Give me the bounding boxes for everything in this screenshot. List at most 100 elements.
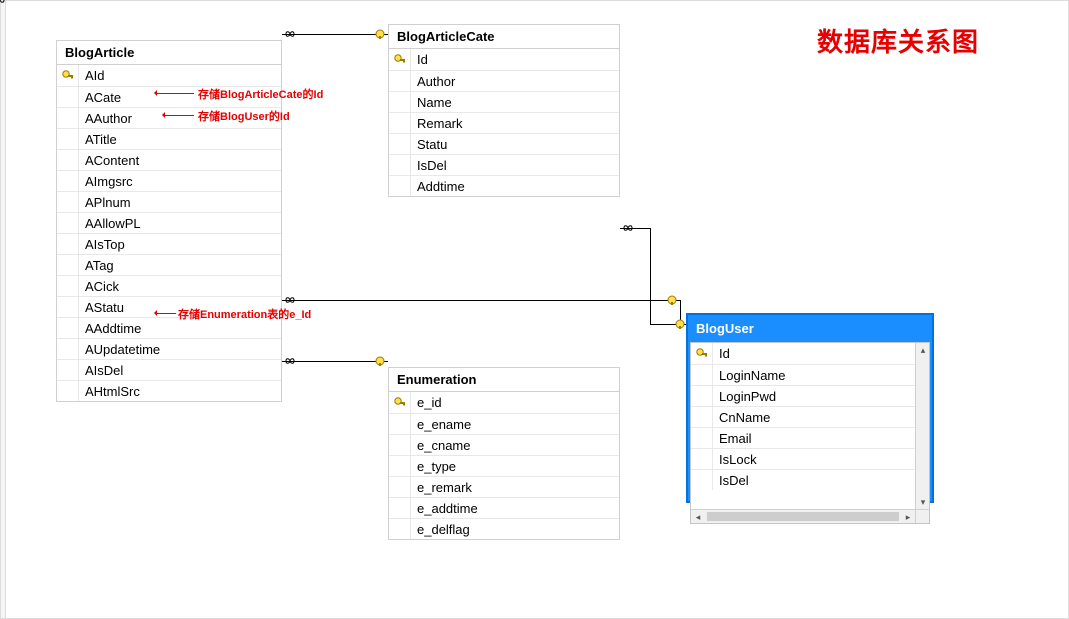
- table-column-row[interactable]: AIsTop: [57, 233, 281, 254]
- table-header: BlogArticle: [57, 41, 281, 65]
- column-name: Author: [411, 71, 619, 91]
- table-column-row[interactable]: Author: [389, 70, 619, 91]
- table-column-row[interactable]: ACick: [57, 275, 281, 296]
- key-col-empty: [57, 276, 79, 296]
- primary-key-icon: [389, 49, 411, 70]
- scrollbar-thumb[interactable]: [707, 512, 899, 521]
- column-name: Statu: [411, 134, 619, 154]
- key-col-empty: [389, 71, 411, 91]
- table-column-row[interactable]: LoginPwd: [691, 385, 915, 406]
- key-col-empty: [57, 213, 79, 233]
- table-column-row[interactable]: Id: [389, 49, 619, 70]
- column-name: IsDel: [411, 155, 619, 175]
- key-col-empty: [691, 449, 713, 469]
- column-name: AUpdatetime: [79, 339, 281, 359]
- column-name: ACick: [79, 276, 281, 296]
- annotation-arrow: [156, 93, 194, 94]
- column-name: AIsTop: [79, 234, 281, 254]
- column-name: Addtime: [411, 176, 619, 196]
- column-name: e_id: [411, 392, 619, 413]
- table-column-row[interactable]: AHtmlSrc: [57, 380, 281, 401]
- horizontal-scrollbar[interactable]: ◂ ▸: [691, 509, 929, 523]
- table-column-row[interactable]: Id: [691, 343, 915, 364]
- table-enumeration[interactable]: Enumeration e_ide_enamee_cnamee_typee_re…: [388, 367, 620, 540]
- vertical-scrollbar[interactable]: ▴ ▾: [915, 343, 929, 509]
- table-column-row[interactable]: AId: [57, 65, 281, 86]
- many-end-icon: [284, 295, 296, 305]
- table-column-row[interactable]: Addtime: [389, 175, 619, 196]
- many-end-icon: [284, 29, 296, 39]
- table-column-row[interactable]: ATitle: [57, 128, 281, 149]
- key-col-empty: [57, 108, 79, 128]
- many-end-icon: [284, 356, 296, 366]
- key-col-empty: [57, 150, 79, 170]
- table-column-row[interactable]: CnName: [691, 406, 915, 427]
- table-column-row[interactable]: IsLock: [691, 448, 915, 469]
- column-name: ATag: [79, 255, 281, 275]
- column-name: Id: [713, 343, 915, 364]
- column-name: AHtmlSrc: [79, 381, 281, 401]
- column-name: LoginName: [713, 365, 915, 385]
- table-column-row[interactable]: e_type: [389, 455, 619, 476]
- table-column-row[interactable]: AUpdatetime: [57, 338, 281, 359]
- annotation-acate: 存储BlogArticleCate的Id: [198, 86, 323, 102]
- annotation-aauthor: 存储BlogUser的Id: [198, 108, 290, 124]
- table-column-row[interactable]: APlnum: [57, 191, 281, 212]
- table-column-row[interactable]: AIsDel: [57, 359, 281, 380]
- table-column-row[interactable]: IsDel: [389, 154, 619, 175]
- table-column-row[interactable]: AContent: [57, 149, 281, 170]
- table-body: IdAuthorNameRemarkStatuIsDelAddtime: [389, 49, 619, 196]
- key-col-empty: [389, 134, 411, 154]
- table-column-row[interactable]: e_remark: [389, 476, 619, 497]
- many-end-icon: [622, 223, 634, 233]
- key-col-empty: [57, 381, 79, 401]
- column-name: AId: [79, 65, 281, 86]
- scroll-left-icon[interactable]: ◂: [691, 510, 705, 524]
- table-column-row[interactable]: LoginName: [691, 364, 915, 385]
- scroll-down-icon[interactable]: ▾: [916, 495, 930, 509]
- scroll-up-icon[interactable]: ▴: [916, 343, 930, 357]
- key-col-empty: [57, 318, 79, 338]
- table-header: Enumeration: [389, 368, 619, 392]
- key-col-empty: [57, 129, 79, 149]
- table-column-row[interactable]: e_delflag: [389, 518, 619, 539]
- key-col-empty: [389, 113, 411, 133]
- column-name: Remark: [411, 113, 619, 133]
- scroll-right-icon[interactable]: ▸: [901, 510, 915, 524]
- table-column-row[interactable]: Statu: [389, 133, 619, 154]
- table-column-row[interactable]: e_ename: [389, 413, 619, 434]
- key-col-empty: [389, 498, 411, 518]
- column-name: LoginPwd: [713, 386, 915, 406]
- table-body: IdLoginNameLoginPwdCnNameEmailIsLockIsDe…: [691, 343, 915, 509]
- key-col-empty: [691, 470, 713, 490]
- column-name: AAllowPL: [79, 213, 281, 233]
- table-column-row[interactable]: Name: [389, 91, 619, 112]
- column-name: Name: [411, 92, 619, 112]
- key-end-icon: [674, 318, 686, 330]
- table-bloguser[interactable]: BlogUser IdLoginNameLoginPwdCnNameEmailI…: [686, 313, 934, 503]
- table-column-row[interactable]: AImgsrc: [57, 170, 281, 191]
- table-column-row[interactable]: IsDel: [691, 469, 915, 490]
- key-col-empty: [389, 456, 411, 476]
- key-col-empty: [57, 255, 79, 275]
- column-name: e_type: [411, 456, 619, 476]
- table-blogarticlecate[interactable]: BlogArticleCate IdAuthorNameRemarkStatuI…: [388, 24, 620, 197]
- table-column-row[interactable]: AAllowPL: [57, 212, 281, 233]
- table-column-row[interactable]: ATag: [57, 254, 281, 275]
- table-column-row[interactable]: e_id: [389, 392, 619, 413]
- table-column-row[interactable]: Email: [691, 427, 915, 448]
- key-col-empty: [57, 192, 79, 212]
- key-col-empty: [691, 428, 713, 448]
- column-name: e_remark: [411, 477, 619, 497]
- key-col-empty: [57, 234, 79, 254]
- table-column-row[interactable]: e_cname: [389, 434, 619, 455]
- key-col-empty: [389, 176, 411, 196]
- table-header: BlogUser: [690, 317, 930, 342]
- column-name: ATitle: [79, 129, 281, 149]
- annotation-arrow: [164, 115, 194, 116]
- table-column-row[interactable]: Remark: [389, 112, 619, 133]
- key-col-empty: [389, 92, 411, 112]
- column-name: e_ename: [411, 414, 619, 434]
- table-column-row[interactable]: e_addtime: [389, 497, 619, 518]
- column-name: AContent: [79, 150, 281, 170]
